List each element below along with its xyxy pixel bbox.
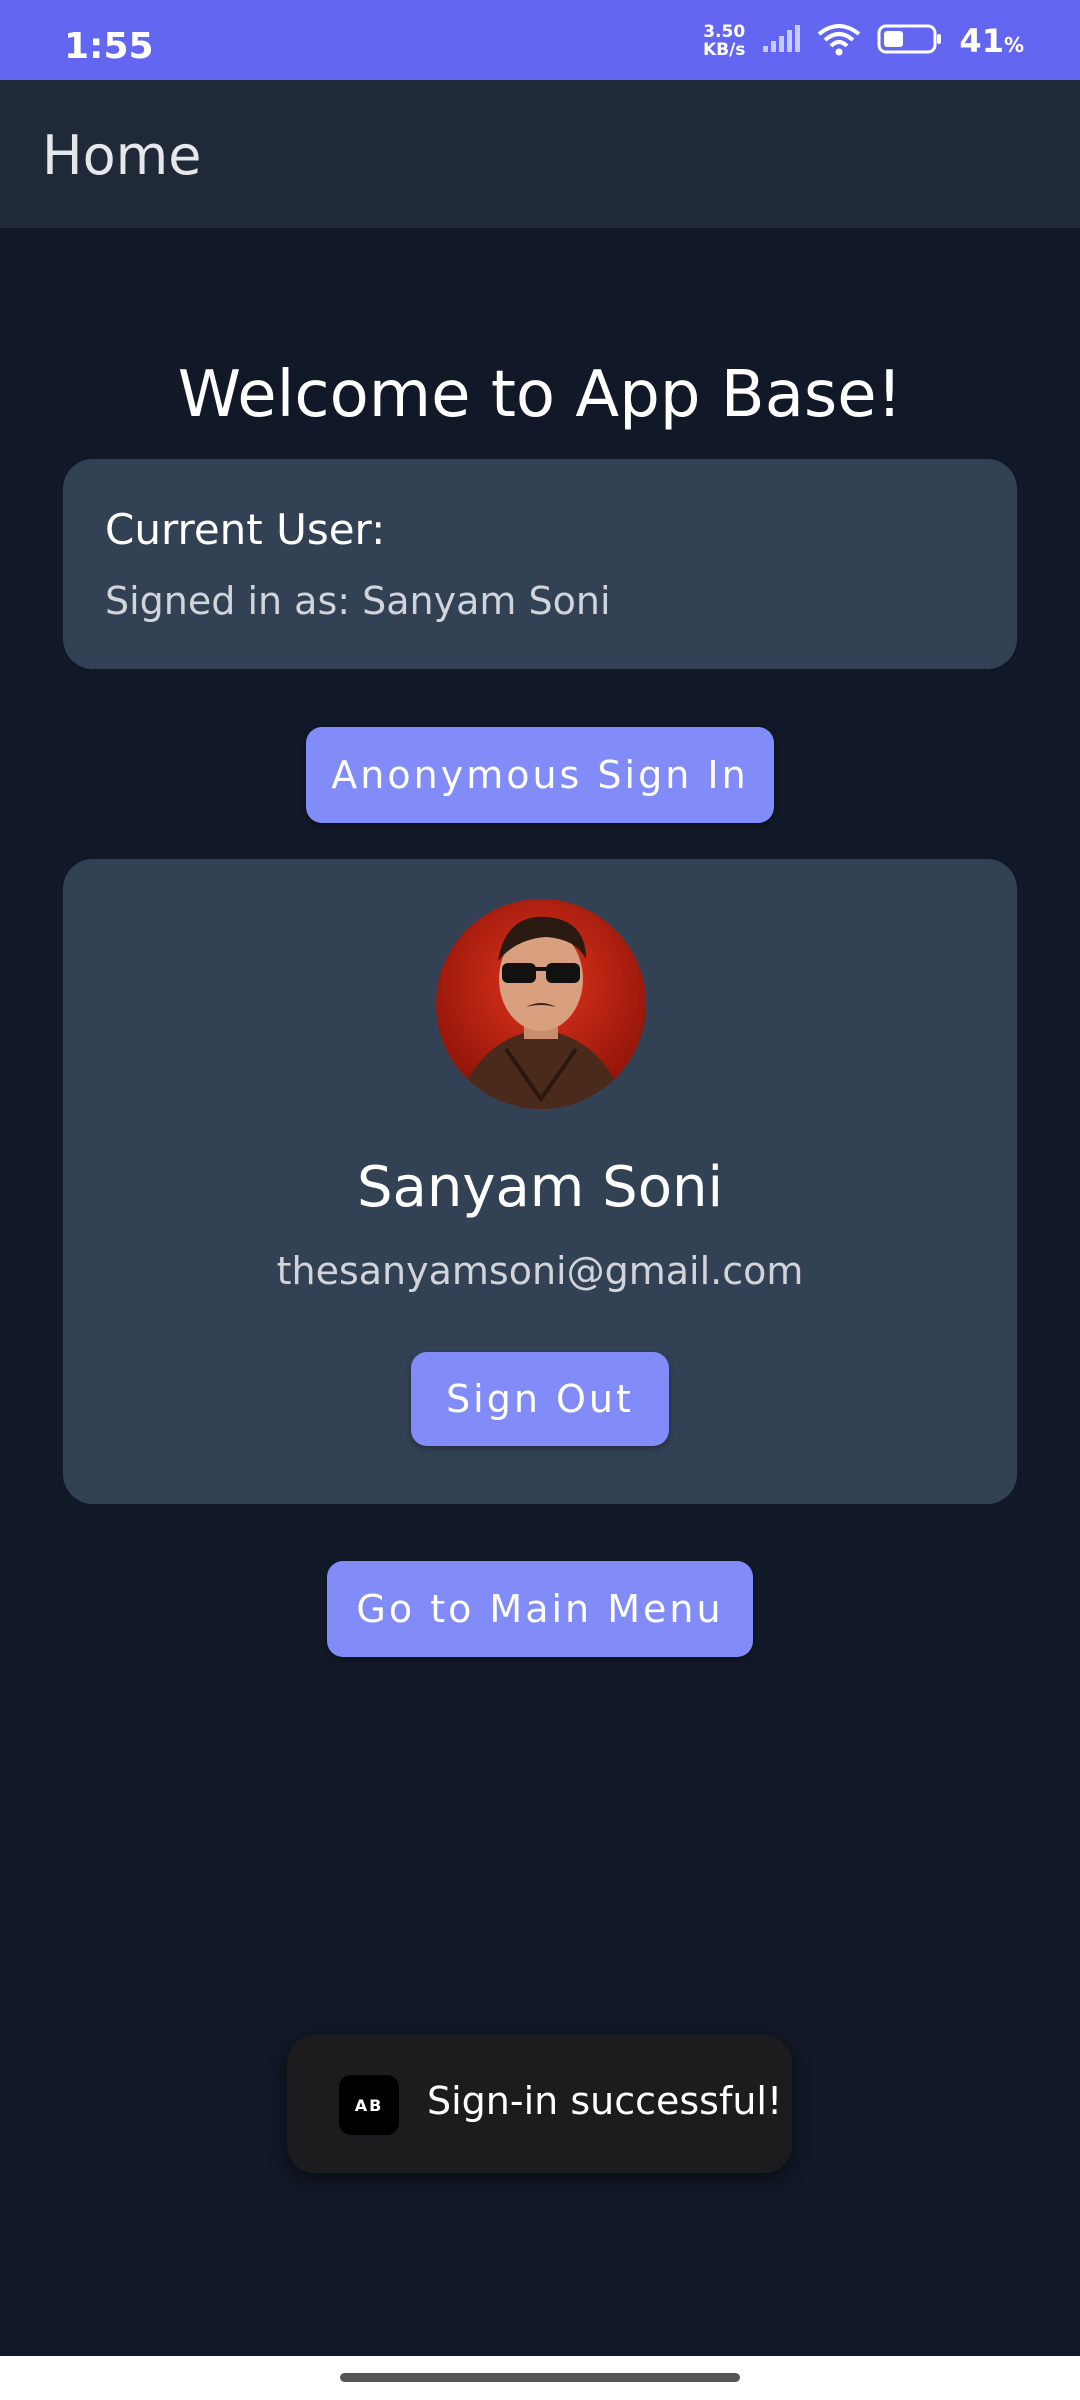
status-bar: 1:55 3.50 KB/s 41% — [0, 0, 1080, 80]
signed-in-text: Signed in as: Sanyam Soni — [105, 579, 611, 623]
main-menu-button[interactable]: Go to Main Menu — [327, 1561, 753, 1657]
app-icon: AB — [339, 2075, 399, 2135]
current-user-label: Current User: — [105, 505, 386, 554]
signal-icon — [761, 24, 801, 58]
wifi-icon — [817, 22, 861, 60]
welcome-heading: Welcome to App Base! — [177, 358, 903, 432]
network-speed: 3.50 KB/s — [703, 23, 745, 59]
navigation-bar — [0, 2356, 1080, 2400]
battery-percent-unit: % — [1003, 33, 1024, 57]
page-title: Home — [42, 124, 202, 187]
battery-percent: 41% — [959, 22, 1024, 60]
status-time: 1:55 — [64, 26, 154, 67]
toast-message: Sign-in successful! — [427, 2079, 783, 2123]
profile-email: thesanyamsoni@gmail.com — [276, 1249, 804, 1293]
home-gesture-handle[interactable] — [340, 2373, 740, 2382]
avatar — [436, 899, 646, 1109]
anonymous-sign-in-button[interactable]: Anonymous Sign In — [306, 727, 774, 823]
network-speed-value: 3.50 — [703, 22, 746, 42]
sign-out-button[interactable]: Sign Out — [411, 1352, 669, 1446]
current-user-card: Current User: Signed in as: Sanyam Soni — [63, 459, 1017, 669]
app-bar: Home — [0, 80, 1080, 228]
battery-icon — [877, 23, 943, 59]
profile-name: Sanyam Soni — [356, 1155, 724, 1220]
network-speed-unit: KB/s — [702, 40, 746, 60]
status-icons: 3.50 KB/s 41% — [703, 22, 1024, 60]
toast: AB Sign-in successful! — [287, 2035, 792, 2173]
battery-percent-value: 41 — [959, 22, 1004, 60]
